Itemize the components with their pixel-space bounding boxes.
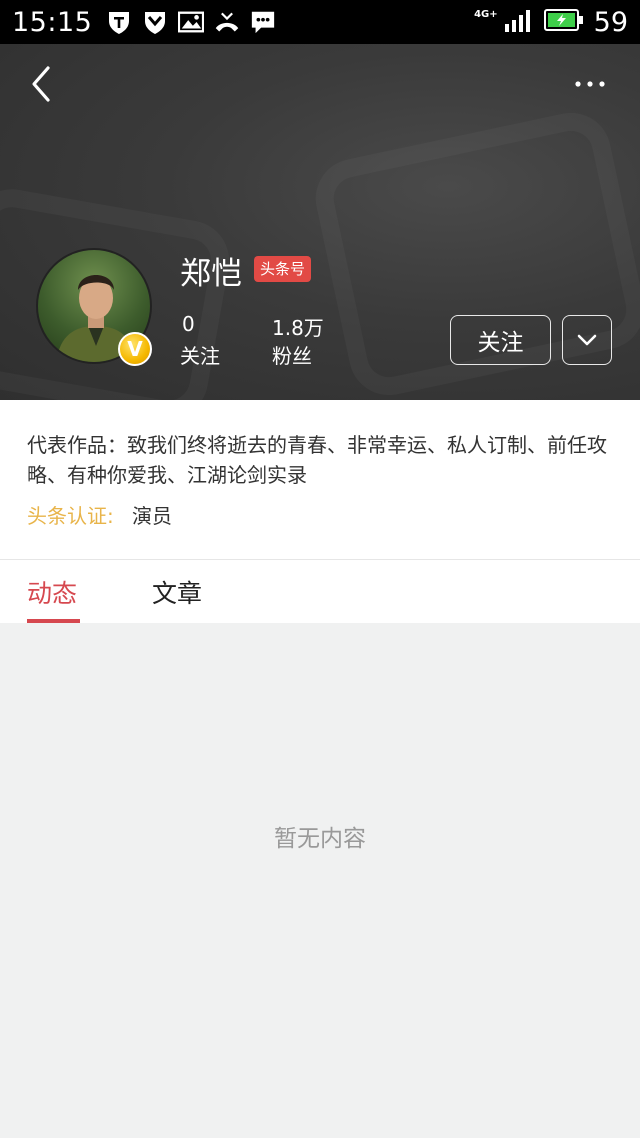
chevron-down-icon	[577, 334, 597, 346]
message-icon	[250, 9, 276, 35]
certification-label: 头条认证:	[27, 504, 114, 528]
status-right: 4G+ 59	[474, 7, 628, 38]
followers-count[interactable]: 1.8万	[272, 312, 324, 341]
toutiao-account-tag: 头条号	[254, 256, 312, 282]
battery-icon	[543, 8, 584, 36]
profile-name: 郑恺	[180, 256, 242, 292]
chevron-left-icon	[32, 66, 50, 102]
empty-state-text: 暂无内容	[274, 826, 366, 852]
profile-info: 代表作品：致我们终将逝去的青春、非常幸运、私人订制、前任攻略、有种你爱我、江湖论…	[0, 400, 640, 560]
battery-level: 59	[593, 6, 628, 38]
more-button[interactable]	[570, 72, 610, 96]
feed-content: 暂无内容	[0, 623, 640, 1138]
more-dots-icon	[575, 81, 605, 87]
missed-call-icon	[214, 9, 240, 35]
follow-button[interactable]: 关注	[450, 315, 551, 365]
following-count[interactable]: 0	[182, 312, 195, 336]
signal-icon	[504, 7, 534, 37]
back-button[interactable]	[26, 64, 60, 104]
followers-label[interactable]: 粉丝	[272, 340, 312, 369]
tab-articles[interactable]: 文章	[152, 574, 202, 610]
verified-badge: V	[118, 332, 152, 366]
status-bar: 15:15 4G+ 59	[0, 0, 640, 44]
tab-dynamic[interactable]: 动态	[27, 574, 77, 610]
image-icon	[178, 9, 205, 35]
recommend-dropdown-button[interactable]	[562, 315, 612, 365]
shield-t-icon	[106, 9, 132, 35]
representative-works: 代表作品：致我们终将逝去的青春、非常幸运、私人订制、前任攻略、有种你爱我、江湖论…	[27, 433, 607, 487]
notification-icons	[106, 9, 276, 35]
following-label[interactable]: 关注	[180, 340, 220, 369]
certification-value: 演员	[132, 504, 172, 528]
content-tabs: 动态 文章	[0, 560, 640, 623]
profile-header: V 郑恺 头条号 0 关注 1.8万 粉丝 关注	[0, 44, 640, 400]
vpn-check-icon	[142, 9, 168, 35]
network-type: 4G+	[474, 8, 498, 20]
status-time: 15:15	[12, 6, 93, 38]
